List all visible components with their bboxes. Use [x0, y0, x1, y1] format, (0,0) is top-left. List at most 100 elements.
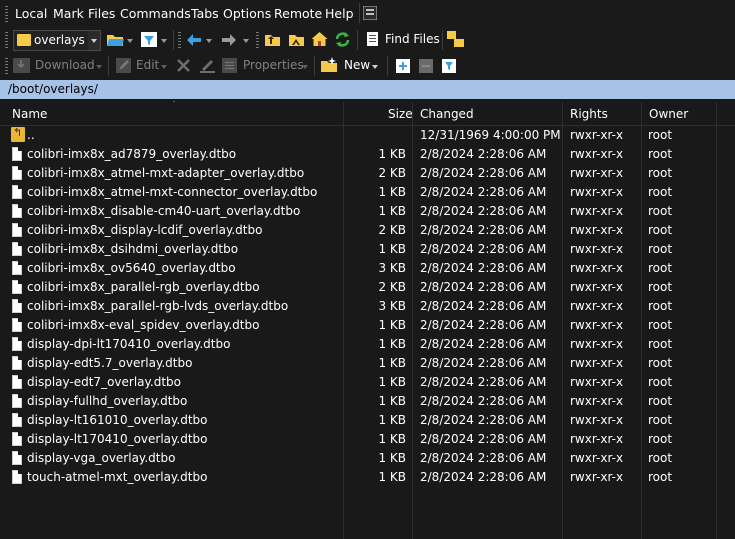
unselect-files-icon[interactable]: [419, 59, 433, 73]
parent-directory-row[interactable]: .. 12/31/1969 4:00:00 PM rwxr-xr-x root: [0, 126, 735, 145]
menu-mark[interactable]: Mark: [53, 6, 84, 21]
parent-directory-icon[interactable]: [264, 32, 281, 47]
file-row[interactable]: display-dpi-lt170410_overlay.dtbo 1 KB 2/8…: [0, 335, 735, 354]
menu-help[interactable]: Help: [325, 6, 354, 21]
properties-icon[interactable]: [222, 58, 237, 73]
root-directory-icon[interactable]: [288, 32, 305, 47]
column-header-size[interactable]: Size: [388, 107, 413, 121]
menu-bar: Local Mark Files Commands Tabs Options R…: [0, 0, 735, 27]
file-name: colibri-imx8x_parallel-rgb-lvds_overlay.…: [27, 299, 289, 313]
file-row[interactable]: colibri-imx8x_ov5640_overlay.dtbo 3 KB 2/8…: [0, 259, 735, 278]
file-icon: [12, 413, 22, 427]
file-rights: rwxr-xr-x: [570, 394, 624, 408]
open-folder-dropdown-icon[interactable]: [127, 39, 133, 43]
open-folder-icon[interactable]: [106, 32, 124, 47]
toolbar-grip[interactable]: [5, 58, 8, 74]
file-row[interactable]: touch-atmel-mxt_overlay.dtbo 1 KB 2/8/2024…: [0, 468, 735, 487]
properties-dropdown-icon[interactable]: [302, 65, 308, 69]
file-changed: 12/31/1969 4:00:00 PM: [420, 128, 561, 142]
column-header-owner[interactable]: Owner: [649, 107, 688, 121]
file-changed: 2/8/2024 2:28:06 AM: [420, 337, 547, 351]
file-row[interactable]: colibri-imx8x_disable-cm40-uart_overlay.…: [0, 202, 735, 221]
menu-tabs[interactable]: Tabs: [191, 6, 219, 21]
file-row[interactable]: display-edt7_overlay.dtbo 1 KB 2/8/2024 2:…: [0, 373, 735, 392]
find-files-button[interactable]: Find Files: [385, 32, 440, 46]
edit-dropdown-icon[interactable]: [161, 65, 167, 69]
edit-icon[interactable]: [116, 58, 131, 73]
file-row[interactable]: colibri-imx8x-eval_spidev_overlay.dtbo 1 …: [0, 316, 735, 335]
menu-options[interactable]: Options: [223, 6, 271, 21]
file-changed: 2/8/2024 2:28:06 AM: [420, 470, 547, 484]
file-row[interactable]: display-fullhd_overlay.dtbo 1 KB 2/8/2024 …: [0, 392, 735, 411]
file-name: display-edt7_overlay.dtbo: [27, 375, 182, 389]
queue-icon[interactable]: [363, 6, 377, 20]
file-row[interactable]: display-lt170410_overlay.dtbo 1 KB 2/8/202…: [0, 430, 735, 449]
file-rights: rwxr-xr-x: [570, 261, 624, 275]
column-header-changed[interactable]: Changed: [420, 107, 474, 121]
download-button[interactable]: Download: [35, 58, 95, 72]
file-row[interactable]: display-vga_overlay.dtbo 1 KB 2/8/2024 2:2…: [0, 449, 735, 468]
back-dropdown-icon[interactable]: [206, 39, 212, 43]
navigation-toolbar: overlays Find Files: [0, 27, 735, 53]
path-combo[interactable]: overlays: [13, 30, 101, 51]
delete-icon[interactable]: [176, 58, 191, 73]
path-address-bar[interactable]: /boot/overlays/: [0, 80, 735, 99]
download-dropdown-icon[interactable]: [96, 65, 102, 69]
file-row[interactable]: display-edt5.7_overlay.dtbo 1 KB 2/8/2024 …: [0, 354, 735, 373]
file-rights: rwxr-xr-x: [570, 242, 624, 256]
find-files-icon[interactable]: [366, 32, 380, 47]
path-combo-dropdown[interactable]: [88, 31, 100, 50]
synchronize-browsing-icon[interactable]: [447, 31, 465, 48]
file-name: colibri-imx8x-eval_spidev_overlay.dtbo: [27, 318, 260, 332]
home-icon[interactable]: [311, 31, 328, 47]
toolbar-grip[interactable]: [256, 32, 259, 48]
edit-button[interactable]: Edit: [136, 58, 159, 72]
file-icon: [12, 337, 22, 351]
toolbar-grip[interactable]: [178, 32, 181, 48]
column-header-name[interactable]: Name: [12, 107, 47, 121]
menu-commands[interactable]: Commands: [120, 6, 191, 21]
new-dropdown-icon[interactable]: [372, 65, 378, 69]
download-icon[interactable]: [13, 58, 30, 73]
new-button[interactable]: New: [344, 58, 370, 72]
file-icon: [12, 432, 22, 446]
forward-arrow-icon[interactable]: [221, 33, 237, 47]
file-row[interactable]: colibri-imx8x_display-lcdif_overlay.dtbo…: [0, 221, 735, 240]
file-owner: root: [648, 128, 673, 142]
filter-selection-icon[interactable]: [442, 59, 456, 73]
file-rights: rwxr-xr-x: [570, 432, 624, 446]
file-changed: 2/8/2024 2:28:06 AM: [420, 451, 547, 465]
toolbar-separator: [442, 30, 443, 50]
file-row[interactable]: colibri-imx8x_dsihdmi_overlay.dtbo 1 KB 2/…: [0, 240, 735, 259]
file-owner: root: [648, 413, 673, 427]
file-row[interactable]: colibri-imx8x_atmel-mxt-connector_overla…: [0, 183, 735, 202]
menu-files[interactable]: Files: [88, 6, 115, 21]
column-header-rights[interactable]: Rights: [570, 107, 608, 121]
column-header: Name Size Changed Rights Owner: [0, 102, 735, 126]
file-row[interactable]: colibri-imx8x_ad7879_overlay.dtbo 1 KB 2/8…: [0, 145, 735, 164]
rename-icon[interactable]: [199, 58, 216, 73]
file-row[interactable]: display-lt161010_overlay.dtbo 1 KB 2/8/202…: [0, 411, 735, 430]
menu-grip[interactable]: [5, 6, 8, 22]
refresh-icon[interactable]: [334, 31, 351, 48]
file-rights: rwxr-xr-x: [570, 147, 624, 161]
menu-remote[interactable]: Remote: [274, 6, 322, 21]
file-row[interactable]: colibri-imx8x_parallel-rgb-lvds_overlay.…: [0, 297, 735, 316]
file-size: 3 KB: [378, 299, 406, 313]
file-icon: [12, 394, 22, 408]
back-arrow-icon[interactable]: [186, 33, 202, 47]
file-size: 1 KB: [378, 204, 406, 218]
select-files-icon[interactable]: [396, 59, 410, 73]
properties-button[interactable]: Properties: [243, 58, 304, 72]
forward-dropdown-icon[interactable]: [243, 39, 249, 43]
filter-dropdown-icon[interactable]: [161, 39, 167, 43]
toolbar-grip[interactable]: [5, 32, 8, 48]
file-name: colibri-imx8x_ad7879_overlay.dtbo: [27, 147, 237, 161]
file-icon: [12, 299, 22, 313]
file-row[interactable]: colibri-imx8x_parallel-rgb_overlay.dtbo 2…: [0, 278, 735, 297]
file-row[interactable]: colibri-imx8x_atmel-mxt-adapter_overlay.…: [0, 164, 735, 183]
parent-folder-icon: [11, 126, 25, 142]
menu-local[interactable]: Local: [15, 6, 47, 21]
new-folder-icon[interactable]: [320, 57, 338, 73]
filter-icon[interactable]: [141, 32, 157, 47]
